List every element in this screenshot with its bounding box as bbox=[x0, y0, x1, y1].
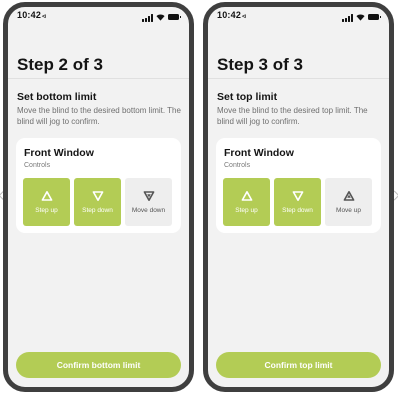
page-title: Step 2 of 3 bbox=[17, 55, 103, 74]
triangle-down-icon bbox=[143, 191, 154, 201]
status-time: 10:42◃ bbox=[17, 10, 46, 20]
cellular-signal-icon bbox=[142, 14, 154, 22]
device-name: Front Window bbox=[224, 147, 294, 159]
phone-screen-step-3: 10:42◃ Step 3 of 3 Set top limit Move th… bbox=[203, 2, 394, 392]
location-arrow-icon: ◃ bbox=[42, 13, 46, 20]
step-down-button[interactable]: Step down bbox=[74, 178, 121, 226]
step-up-button[interactable]: Step up bbox=[223, 178, 270, 226]
header-divider bbox=[8, 78, 189, 79]
device-name: Front Window bbox=[24, 147, 94, 159]
triangle-up-icon bbox=[41, 191, 52, 201]
cellular-signal-icon bbox=[342, 14, 354, 22]
move-down-label: Move down bbox=[131, 207, 166, 214]
step-down-button[interactable]: Step down bbox=[274, 178, 321, 226]
battery-icon bbox=[168, 14, 181, 20]
phone-screen-step-2: 10:42◃ Step 2 of 3 Set bottom limit Move… bbox=[3, 2, 194, 392]
status-time: 10:42◃ bbox=[217, 10, 246, 20]
move-up-button[interactable]: Move up bbox=[325, 178, 372, 226]
device-type: Controls bbox=[24, 162, 51, 169]
device-type: Controls bbox=[224, 162, 251, 169]
battery-icon bbox=[368, 14, 381, 20]
step-up-label: Step up bbox=[35, 207, 58, 214]
status-bar: 10:42◃ bbox=[217, 10, 381, 24]
header-divider bbox=[208, 78, 389, 79]
instruction-text: Move the blind to the desired bottom lim… bbox=[17, 106, 181, 126]
step-down-label: Step down bbox=[82, 207, 113, 214]
step-down-label: Step down bbox=[282, 207, 313, 214]
instruction-text: Move the blind to the desired top limit.… bbox=[217, 106, 368, 126]
control-buttons: Step up Step down Move up bbox=[223, 178, 374, 226]
control-buttons: Step up Step down Move down bbox=[23, 178, 174, 226]
triangle-down-icon bbox=[92, 191, 103, 201]
section-heading: Set bottom limit bbox=[17, 91, 97, 103]
wifi-icon bbox=[356, 14, 365, 21]
confirm-top-limit-button[interactable]: Confirm top limit bbox=[216, 352, 381, 378]
move-up-label: Move up bbox=[336, 207, 361, 214]
wifi-icon bbox=[156, 14, 165, 21]
confirm-bottom-limit-button[interactable]: Confirm bottom limit bbox=[16, 352, 181, 378]
step-up-label: Step up bbox=[235, 207, 258, 214]
section-heading: Set top limit bbox=[217, 91, 278, 103]
page-title: Step 3 of 3 bbox=[217, 55, 303, 74]
triangle-down-icon bbox=[292, 191, 303, 201]
location-arrow-icon: ◃ bbox=[242, 13, 246, 20]
device-card: Front Window Controls Step up Step down bbox=[16, 138, 181, 233]
triangle-up-icon bbox=[343, 191, 354, 201]
device-card: Front Window Controls Step up Step down bbox=[216, 138, 381, 233]
move-down-button[interactable]: Move down bbox=[125, 178, 172, 226]
status-bar: 10:42◃ bbox=[17, 10, 181, 24]
triangle-up-icon bbox=[241, 191, 252, 201]
step-up-button[interactable]: Step up bbox=[23, 178, 70, 226]
